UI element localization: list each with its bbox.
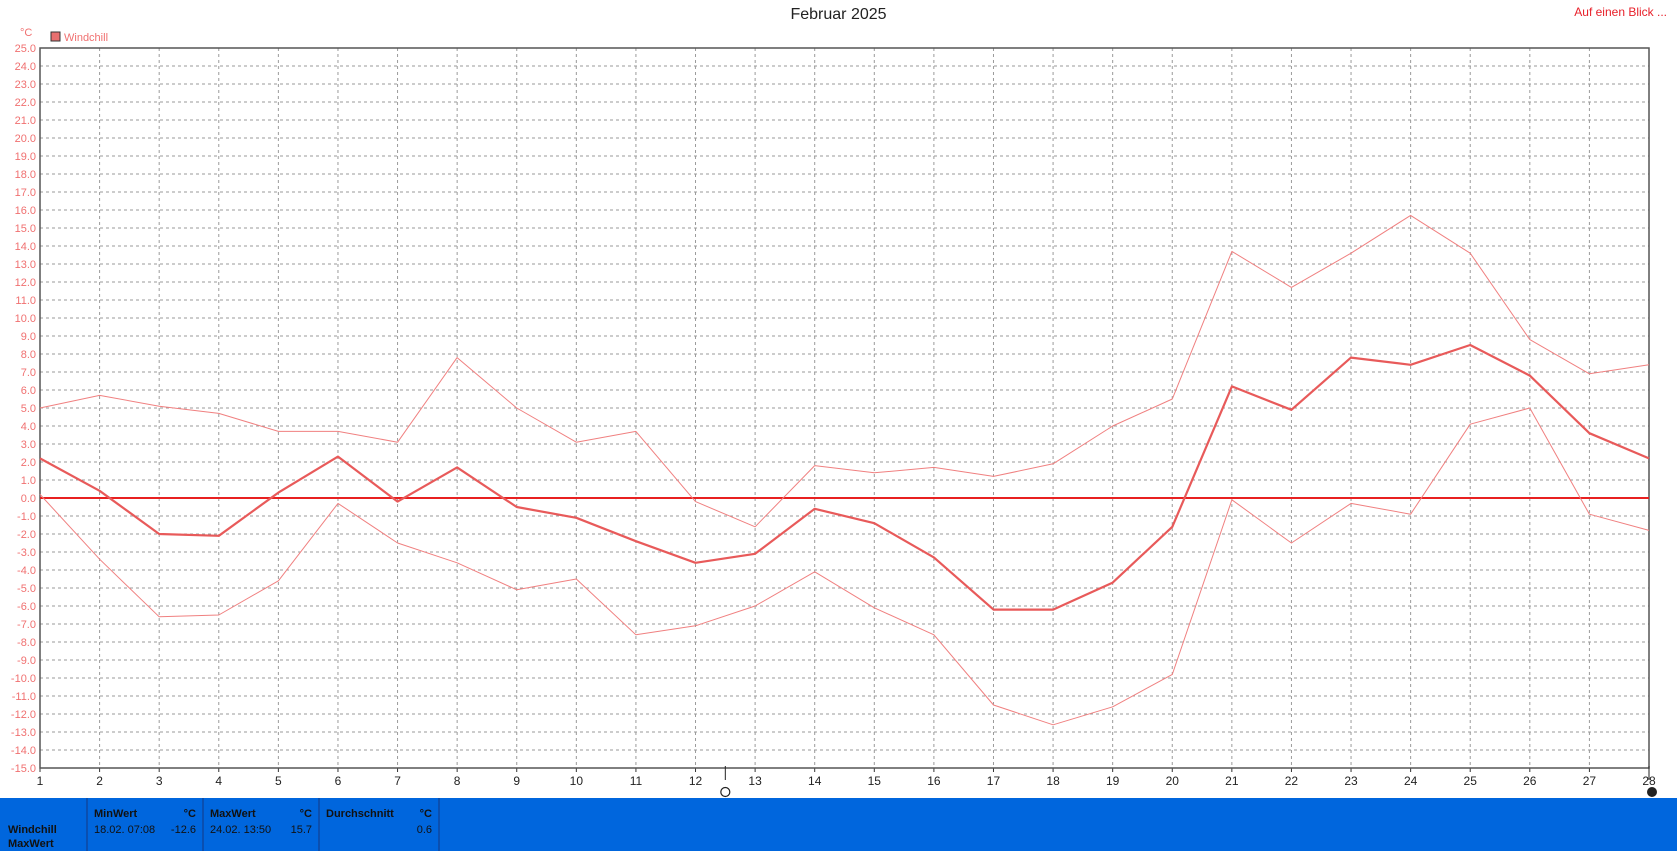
grid-layer	[40, 48, 1649, 768]
max-time: 24.02. 13:50	[210, 824, 272, 836]
x-tick-label: 21	[1225, 774, 1239, 788]
legend-swatch	[50, 31, 61, 42]
x-tick-label: 16	[927, 774, 941, 788]
x-tick-label: 17	[987, 774, 1001, 788]
x-tick-label: 26	[1523, 774, 1537, 788]
x-tick-label: 5	[275, 774, 282, 788]
axis-layer: -15.0 -14.0 -13.0 -12.0 -11.0 -10.0 -9.0 -8.0 -7…	[11, 27, 1657, 798]
x-tick-label: 19	[1106, 774, 1120, 788]
y-tick-label: 13.0	[15, 259, 36, 271]
y-tick-label: 12.0	[15, 277, 36, 289]
y-tick-label: -2.0	[17, 529, 36, 541]
summary-footer: Windchill MaxWert MinWert °C 18.02. 07:0…	[0, 798, 1677, 851]
x-tick-label: 10	[570, 774, 584, 788]
windchill-chart: -15.0 -14.0 -13.0 -12.0 -11.0 -10.0 -9.0 -8.0 -7…	[11, 27, 1657, 798]
y-tick-label: 2.0	[21, 457, 36, 469]
y-tick-label: -10.0	[11, 673, 36, 685]
y-tick-label: -1.0	[17, 511, 36, 523]
x-tick-label: 7	[394, 774, 401, 788]
y-tick-label: 23.0	[15, 79, 36, 91]
max-unit: °C	[299, 808, 312, 820]
x-tick-label: 14	[808, 774, 822, 788]
y-tick-label: 17.0	[15, 187, 36, 199]
avg-header: Durchschnitt	[326, 808, 394, 820]
y-tick-label: -7.0	[17, 619, 36, 631]
y-axis-unit: °C	[20, 27, 32, 39]
y-tick-label: -11.0	[12, 691, 36, 703]
x-tick-label: 9	[513, 774, 520, 788]
x-tick-label: 2	[96, 774, 103, 788]
y-tick-label: 7.0	[21, 367, 36, 379]
y-tick-label: 25.0	[15, 43, 36, 55]
y-tick-label: 5.0	[21, 403, 36, 415]
y-tick-label: 10.0	[15, 313, 36, 325]
footer-avg-cell: Durchschnitt °C 0.6	[320, 798, 440, 851]
x-tick-label: 20	[1166, 774, 1180, 788]
y-tick-label: 1.0	[21, 475, 36, 487]
avg-value: 0.6	[416, 824, 432, 836]
x-tick-label: 4	[215, 774, 222, 788]
y-tick-label: -8.0	[17, 637, 36, 649]
x-tick-label: 11	[630, 774, 643, 788]
footer-min-cell: MinWert °C 18.02. 07:08 -12.6	[88, 798, 204, 851]
y-tick-label: 15.0	[15, 223, 36, 235]
x-tick-label: 8	[454, 774, 461, 788]
x-tick-label: 12	[689, 774, 703, 788]
footer-max-cell: MaxWert °C 24.02. 13:50 15.7	[204, 798, 320, 851]
min-value: -12.6	[170, 824, 196, 836]
y-tick-label: -12.0	[11, 709, 36, 721]
y-tick-label: -6.0	[17, 601, 36, 613]
max-value: 15.7	[290, 824, 312, 836]
y-tick-label: 0.0	[21, 493, 36, 505]
legend-label: Windchill	[64, 32, 108, 44]
x-tick-label: 6	[335, 774, 342, 788]
y-tick-label: 24.0	[15, 61, 36, 73]
avg-unit: °C	[419, 808, 432, 820]
y-tick-label: 18.0	[15, 169, 36, 181]
series-line-min	[39, 407, 1650, 726]
y-tick-label: 16.0	[15, 205, 36, 217]
y-tick-label: -3.0	[17, 547, 36, 559]
max-header: MaxWert	[210, 808, 256, 820]
x-tick-label: 1	[37, 774, 44, 788]
y-tick-label: -15.0	[11, 763, 36, 775]
y-tick-label: -5.0	[17, 583, 36, 595]
x-tick-label: 13	[748, 774, 762, 788]
cursor-handle-icon	[720, 786, 731, 798]
footer-label-cell	[0, 798, 88, 851]
min-header: MinWert	[94, 808, 138, 820]
y-tick-label: 19.0	[15, 151, 36, 163]
x-tick-label: 25	[1464, 774, 1478, 788]
x-tick-label: 15	[868, 774, 882, 788]
min-unit: °C	[183, 808, 196, 820]
y-tick-label: 8.0	[21, 349, 36, 361]
y-tick-label: -4.0	[17, 565, 36, 577]
x-tick-label: 18	[1046, 774, 1060, 788]
x-tick-label: 23	[1344, 774, 1358, 788]
y-tick-label: 11.0	[15, 295, 36, 307]
series-layer	[39, 214, 1650, 726]
y-tick-label: 4.0	[21, 421, 36, 433]
x-tick-label: 24	[1404, 774, 1418, 788]
y-tick-label: 14.0	[15, 241, 36, 253]
y-tick-label: -13.0	[11, 727, 36, 739]
x-tick-label: 3	[156, 774, 163, 788]
y-tick-label: 9.0	[21, 331, 36, 343]
y-tick-label: 22.0	[15, 97, 36, 109]
y-tick-label: 3.0	[21, 439, 36, 451]
y-tick-label: 6.0	[21, 385, 36, 397]
y-tick-label: 21.0	[15, 115, 36, 127]
min-time: 18.02. 07:08	[94, 824, 156, 836]
x-tick-label: 27	[1583, 774, 1597, 788]
y-tick-label: -14.0	[11, 745, 36, 757]
x-tick-label: 22	[1285, 774, 1299, 788]
y-tick-label: 20.0	[15, 133, 36, 145]
end-handle-icon	[1647, 787, 1657, 797]
y-tick-label: -9.0	[17, 655, 36, 667]
